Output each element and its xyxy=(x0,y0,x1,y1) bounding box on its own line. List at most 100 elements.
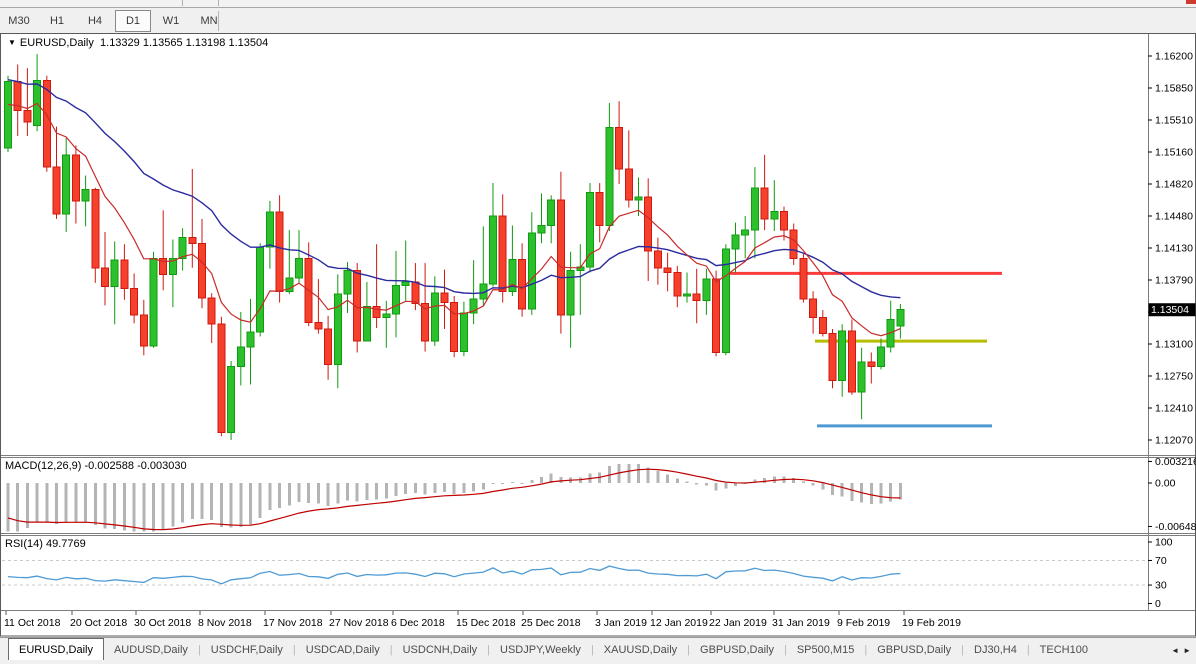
macd-histogram-bar xyxy=(627,464,630,483)
candle-body xyxy=(771,211,778,219)
macd-histogram-bar xyxy=(521,483,524,484)
macd-histogram-bar xyxy=(899,483,902,499)
chart-tab-tech100[interactable]: TECH100 xyxy=(1030,639,1098,660)
rsi-axis-label: 30 xyxy=(1155,580,1167,592)
candle-body xyxy=(237,347,244,367)
macd-histogram-bar xyxy=(453,483,456,494)
date-axis-label: 22 Jan 2019 xyxy=(709,617,767,629)
macd-histogram-bar xyxy=(637,464,640,483)
chart-tab-usdcad-daily[interactable]: USDCAD,Daily xyxy=(296,639,390,660)
macd-histogram-bar xyxy=(443,483,446,492)
ohlc-values: 1.13329 1.13565 1.13198 1.13504 xyxy=(100,37,268,49)
date-axis-label: 25 Dec 2018 xyxy=(521,617,581,629)
toolbar-separator xyxy=(182,0,183,6)
candle-body xyxy=(781,211,788,230)
macd-histogram-bar xyxy=(123,483,126,530)
timeframe-button-d1[interactable]: D1 xyxy=(115,10,151,32)
macd-histogram-bar xyxy=(278,483,281,508)
chart-window[interactable]: 1.162001.158501.155101.151601.148201.144… xyxy=(0,33,1196,637)
timeframe-button-w1[interactable]: W1 xyxy=(153,10,189,32)
rsi-axis-label: 0 xyxy=(1155,598,1161,610)
chart-tab-bar: EURUSD,DailyAUDUSD,Daily|USDCHF,Daily|US… xyxy=(0,637,1196,664)
macd-histogram-bar xyxy=(666,475,669,483)
candle-body xyxy=(790,230,797,258)
rsi-indicator-label: RSI(14) 49.7769 xyxy=(5,538,86,550)
macd-histogram-bar xyxy=(220,483,223,527)
candle-body xyxy=(218,324,225,432)
candle-body xyxy=(63,155,70,214)
chart-tab-usdcnh-daily[interactable]: USDCNH,Daily xyxy=(393,639,488,660)
chart-tab-usdchf-daily[interactable]: USDCHF,Daily xyxy=(201,639,293,660)
macd-histogram-bar xyxy=(259,483,262,518)
timeframe-button-h1[interactable]: H1 xyxy=(39,10,75,32)
timeframe-button-m30[interactable]: M30 xyxy=(1,10,37,32)
candle-body xyxy=(315,322,322,329)
macd-histogram-bar xyxy=(365,483,368,500)
chart-tab-usdjpy-weekly[interactable]: USDJPY,Weekly xyxy=(490,639,591,660)
candle-body xyxy=(121,260,128,288)
candle-body xyxy=(451,303,458,352)
price-chart-canvas[interactable]: 1.162001.158501.155101.151601.148201.144… xyxy=(0,33,1196,637)
candle-body xyxy=(296,258,303,278)
candle-body xyxy=(674,272,681,296)
macd-histogram-bar xyxy=(230,483,233,528)
macd-histogram-bar xyxy=(841,483,844,497)
macd-histogram-bar xyxy=(656,471,659,483)
candle-body xyxy=(257,247,264,332)
macd-histogram-bar xyxy=(705,483,708,486)
macd-histogram-bar xyxy=(94,483,97,525)
macd-histogram-bar xyxy=(889,483,892,502)
date-axis-label: 19 Feb 2019 xyxy=(902,617,961,629)
macd-histogram-bar xyxy=(268,483,271,510)
macd-histogram-bar xyxy=(472,483,475,492)
macd-histogram-bar xyxy=(715,483,718,490)
macd-histogram-bar xyxy=(74,483,77,522)
macd-histogram-bar xyxy=(171,483,174,527)
chart-tab-dj30-h4[interactable]: DJ30,H4 xyxy=(964,639,1027,660)
chart-tab-eurusd-daily[interactable]: EURUSD,Daily xyxy=(8,638,104,660)
candle-body xyxy=(228,367,235,433)
candle-body xyxy=(819,318,826,334)
candle-body xyxy=(868,362,875,367)
price-axis-label: 1.12410 xyxy=(1155,403,1193,415)
candle-body xyxy=(131,288,138,314)
price-axis-label: 1.15510 xyxy=(1155,115,1193,127)
macd-histogram-bar xyxy=(133,483,136,532)
macd-histogram-bar xyxy=(870,483,873,504)
timeframe-button-h4[interactable]: H4 xyxy=(77,10,113,32)
date-axis-label: 15 Dec 2018 xyxy=(456,617,516,629)
timeframe-button-mn[interactable]: MN xyxy=(191,10,227,32)
macd-histogram-bar xyxy=(142,483,145,532)
candle-body xyxy=(519,259,526,309)
rsi-axis-label: 100 xyxy=(1155,537,1173,549)
chart-tab-gbpusd-daily[interactable]: GBPUSD,Daily xyxy=(867,639,961,660)
macd-histogram-bar xyxy=(317,483,320,504)
macd-histogram-bar xyxy=(327,483,330,506)
macd-histogram-bar xyxy=(84,483,87,522)
date-axis-label: 3 Jan 2019 xyxy=(595,617,647,629)
price-axis-label: 1.14130 xyxy=(1155,243,1193,255)
candle-body xyxy=(693,294,700,301)
chart-tab-sp500-m15[interactable]: SP500,M15 xyxy=(787,639,864,660)
macd-histogram-bar xyxy=(288,483,291,506)
macd-histogram-bar xyxy=(424,483,427,495)
price-axis-label: 1.13790 xyxy=(1155,275,1193,287)
candle-body xyxy=(625,169,632,200)
tab-scroll-right-icon[interactable]: ► xyxy=(1183,646,1191,655)
candle-body xyxy=(596,192,603,225)
chart-tabs: EURUSD,DailyAUDUSD,Daily|USDCHF,Daily|US… xyxy=(0,640,1098,657)
candle-body xyxy=(606,128,613,226)
chart-tab-audusd-daily[interactable]: AUDUSD,Daily xyxy=(104,639,198,660)
chart-tab-xauusd-daily[interactable]: XAUUSD,Daily xyxy=(594,639,687,660)
chart-tab-gbpusd-daily[interactable]: GBPUSD,Daily xyxy=(690,639,784,660)
macd-axis-label: 0.00 xyxy=(1155,478,1176,490)
candle-body xyxy=(276,212,283,291)
candle-body xyxy=(810,299,817,318)
macd-histogram-bar xyxy=(191,483,194,519)
candle-body xyxy=(92,190,99,268)
symbol-dropdown-icon[interactable]: ▼ xyxy=(8,38,16,47)
macd-histogram-bar xyxy=(36,483,39,522)
tab-scroll-left-icon[interactable]: ◄ xyxy=(1171,646,1179,655)
price-axis-label: 1.15850 xyxy=(1155,83,1193,95)
candle-body xyxy=(538,225,545,233)
